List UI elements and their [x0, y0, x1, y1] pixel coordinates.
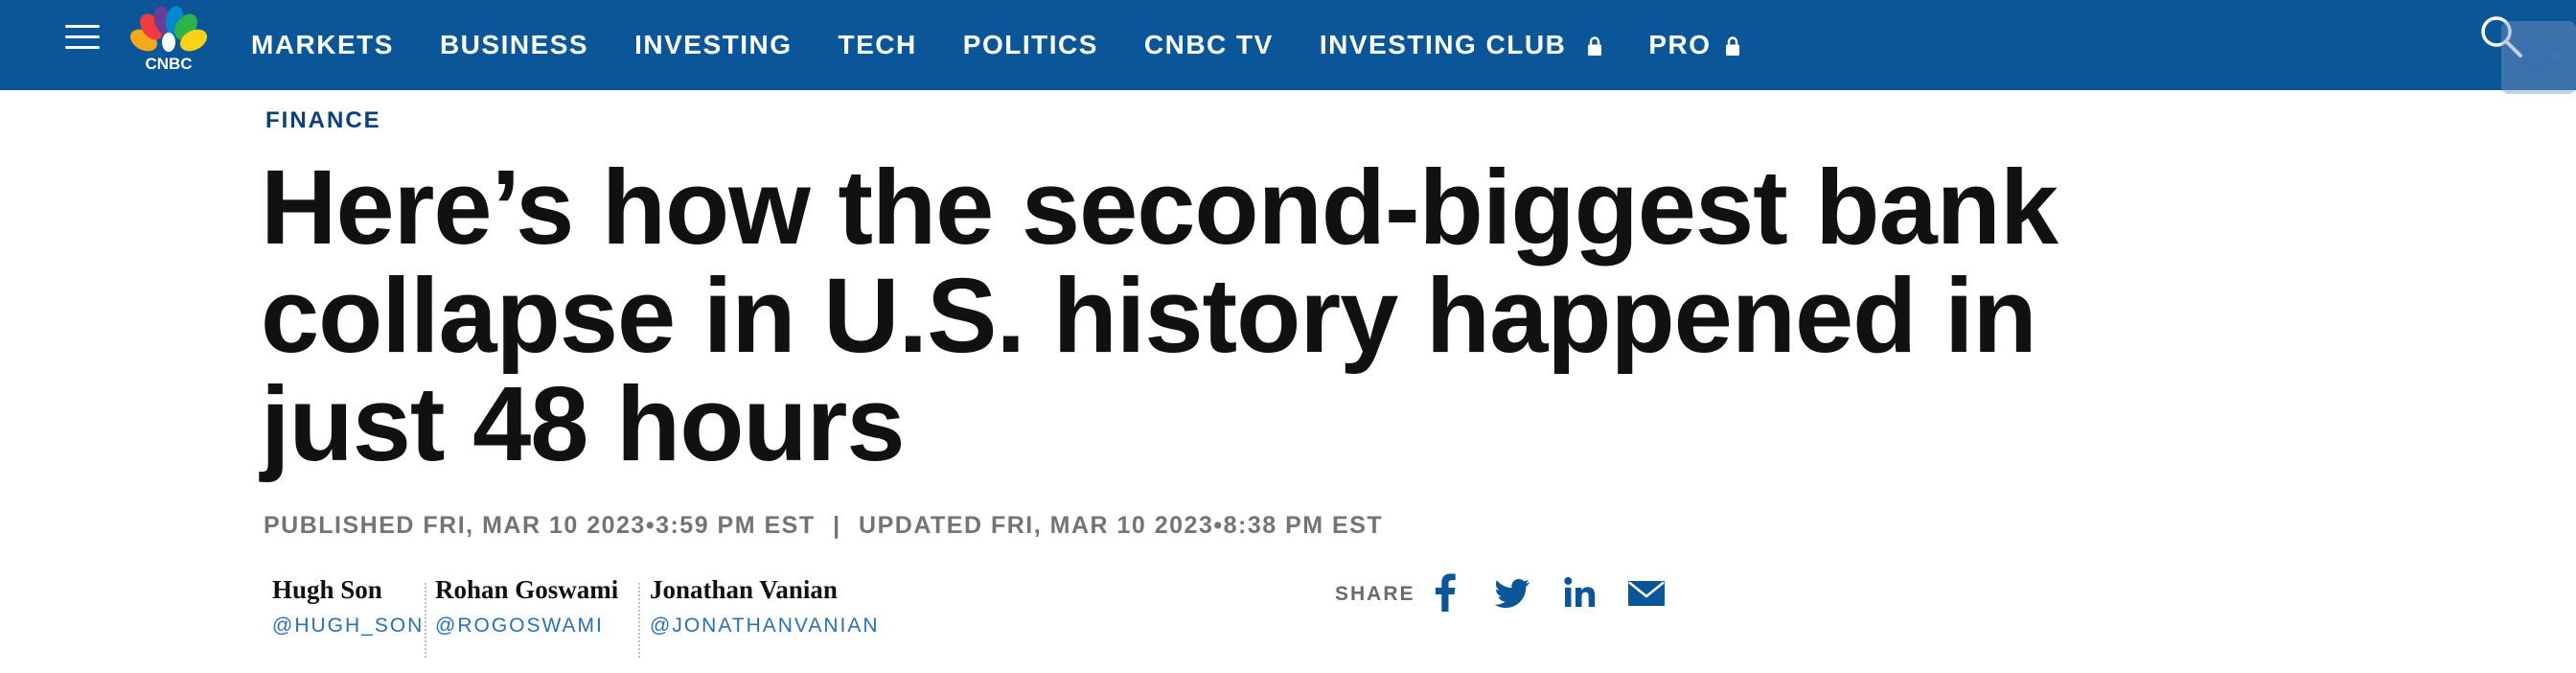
article-headline: Here’s how the second-biggest bank colla…	[261, 149, 2058, 483]
nav-label: INVESTING	[634, 30, 793, 59]
dropbox-icon	[2516, 40, 2562, 80]
linkedin-icon[interactable]	[1564, 573, 1597, 612]
published-time: PUBLISHED FRI, MAR 10 2023•3:59 PM EST	[264, 512, 816, 539]
author-name[interactable]: Jonathan Vanian	[650, 575, 880, 605]
author-divider	[425, 583, 426, 658]
nav-business[interactable]: BUSINESS	[440, 30, 588, 60]
author-name[interactable]: Hugh Son	[272, 575, 424, 605]
nav-tech[interactable]: TECH	[839, 30, 917, 60]
hamburger-menu-icon[interactable]	[65, 23, 100, 54]
top-navigation-bar: CNBC MARKETS BUSINESS INVESTING TECH POL…	[0, 0, 2576, 90]
nav-investing-club[interactable]: INVESTING CLUB	[1320, 30, 1602, 60]
section-label[interactable]: FINANCE	[265, 107, 381, 134]
facebook-icon[interactable]	[1434, 573, 1457, 612]
logo-wordmark: CNBC	[145, 55, 192, 71]
nav-label: TECH	[838, 30, 917, 59]
lock-icon	[1725, 36, 1739, 56]
author-divider	[638, 583, 640, 658]
main-nav: MARKETS BUSINESS INVESTING TECH POLITICS…	[251, 0, 1786, 90]
nav-label: CNBC TV	[1143, 30, 1274, 59]
updated-time: UPDATED FRI, MAR 10 2023•8:38 PM EST	[859, 512, 1384, 539]
extension-widget[interactable]	[2501, 21, 2576, 94]
lock-icon	[1588, 36, 1602, 56]
nav-cnbc-tv[interactable]: CNBC TV	[1144, 30, 1274, 60]
nav-investing[interactable]: INVESTING	[634, 30, 792, 60]
author-byline: Hugh Son @HUGH_SON	[272, 575, 424, 638]
author-byline: Jonathan Vanian @JONATHANVANIAN	[650, 575, 880, 638]
nav-label: POLITICS	[962, 30, 1098, 59]
share-label: SHARE	[1335, 583, 1415, 605]
nav-label: BUSINESS	[439, 30, 589, 59]
timestamp-separator: |	[833, 512, 841, 539]
author-name[interactable]: Rohan Goswami	[435, 575, 618, 605]
email-icon[interactable]	[1627, 573, 1666, 612]
nav-pro[interactable]: PRO	[1648, 30, 1739, 60]
author-handle[interactable]: @ROGOSWAMI	[435, 615, 618, 638]
cnbc-logo[interactable]: CNBC	[126, 6, 211, 71]
author-handle[interactable]: @HUGH_SON	[272, 615, 424, 638]
author-byline: Rohan Goswami @ROGOSWAMI	[435, 575, 618, 638]
nav-markets[interactable]: MARKETS	[251, 30, 394, 60]
nav-label: PRO	[1648, 30, 1712, 59]
nav-label: MARKETS	[251, 30, 394, 59]
article-timestamps: PUBLISHED FRI, MAR 10 2023•3:59 PM EST |…	[264, 512, 1383, 540]
nav-label: INVESTING CLUB	[1319, 30, 1567, 59]
twitter-icon[interactable]	[1493, 573, 1531, 612]
author-handle[interactable]: @JONATHANVANIAN	[650, 615, 880, 638]
nav-politics[interactable]: POLITICS	[963, 30, 1098, 60]
